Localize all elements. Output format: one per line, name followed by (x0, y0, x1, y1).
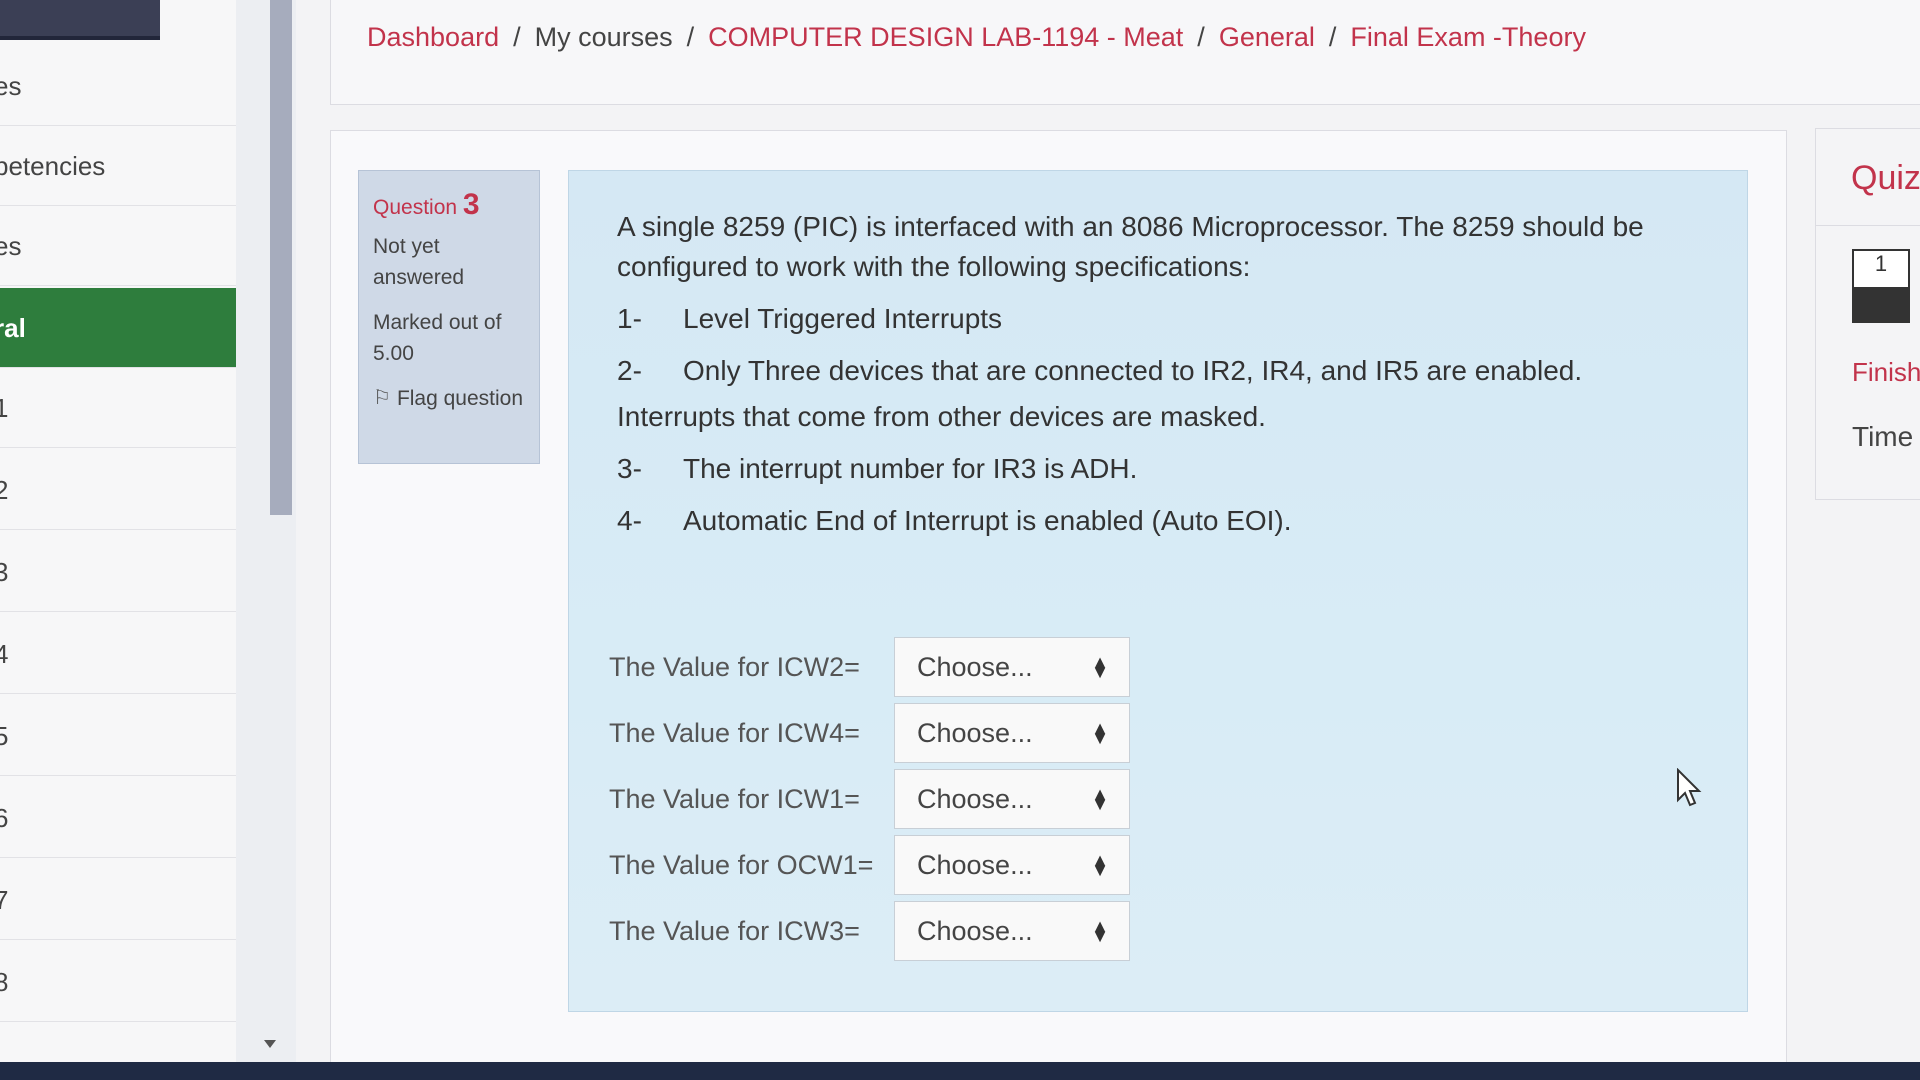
sidebar-item-topic-3[interactable]: 3 (0, 532, 236, 612)
spec-item: 1- Level Triggered Interrupts (617, 299, 1697, 339)
spec-number: 4- (617, 505, 642, 536)
sidebar-item-label: 7 (0, 860, 8, 939)
answer-row-icw4: The Value for ICW4= Choose... ▲ ▼ (609, 701, 1130, 765)
icw4-select[interactable]: Choose... ▲ ▼ (894, 703, 1130, 763)
left-sidebar: es petencies es ral 1 2 3 4 5 6 7 8 (0, 0, 237, 1080)
sidebar-header-block (0, 0, 160, 40)
answer-row-icw3: The Value for ICW3= Choose... ▲ ▼ (609, 899, 1130, 963)
flag-question-label: Flag question (396, 387, 524, 410)
question-content: A single 8259 (PIC) is interfaced with a… (568, 170, 1748, 1012)
sidebar-item-label: es (0, 231, 22, 261)
select-arrows-icon: ▲ ▼ (1091, 718, 1109, 748)
spec-text-continuation: Interrupts that come from other devices … (617, 401, 1266, 432)
sidebar-item-topic-7[interactable]: 7 (0, 860, 236, 940)
select-value: Choose... (917, 651, 1033, 682)
sidebar-item-label: 4 (0, 614, 8, 693)
icw3-select[interactable]: Choose... ▲ ▼ (894, 901, 1130, 961)
ocw1-select[interactable]: Choose... ▲ ▼ (894, 835, 1130, 895)
breadcrumb-general[interactable]: General (1219, 22, 1315, 52)
breadcrumb-separator: / (1328, 22, 1337, 52)
sidebar-item-topic-2[interactable]: 2 (0, 450, 236, 530)
taskbar-edge (0, 1062, 1920, 1080)
breadcrumb-my-courses: My courses (534, 22, 673, 52)
sidebar-item-topic-6[interactable]: 6 (0, 778, 236, 858)
spec-text: Only Three devices that are connected to… (683, 355, 1583, 386)
breadcrumb-separator: / (1197, 22, 1205, 52)
sidebar-item-competencies[interactable]: petencies (0, 126, 236, 206)
icw1-select[interactable]: Choose... ▲ ▼ (894, 769, 1130, 829)
question-status: Not yet answered (373, 235, 465, 289)
spec-text: The interrupt number for IR3 is ADH. (683, 453, 1138, 484)
spec-item: 2- Only Three devices that are connected… (617, 351, 1697, 391)
breadcrumb-course[interactable]: COMPUTER DESIGN LAB-1194 - Meat (708, 22, 1183, 52)
select-value: Choose... (917, 915, 1033, 946)
sidebar-item-label: es (0, 71, 22, 101)
spec-number: 1- (617, 303, 642, 334)
sidebar-item-label: ral (0, 313, 26, 343)
icw2-select[interactable]: Choose... ▲ ▼ (894, 637, 1130, 697)
answer-label: The Value for ICW2= (609, 651, 860, 682)
spec-item: 4- Automatic End of Interrupt is enabled… (617, 501, 1697, 541)
question-nav-fill (1854, 287, 1908, 321)
select-value: Choose... (917, 717, 1033, 748)
sidebar-item-topic-1[interactable]: 1 (0, 368, 236, 448)
sidebar-item-topic-5[interactable]: 5 (0, 696, 236, 776)
breadcrumb-final-exam[interactable]: Final Exam -Theory (1350, 22, 1586, 52)
flag-question-link[interactable]: ⚐ Flag question (373, 383, 525, 414)
spec-number: 2- (617, 355, 642, 386)
select-value: Choose... (917, 783, 1033, 814)
sidebar-item-general[interactable]: ral (0, 288, 236, 368)
question-info-box: Question 3 Not yet answered Marked out o… (358, 170, 540, 464)
quiz-navigation-title: Quiz (1851, 159, 1920, 197)
spec-text: Level Triggered Interrupts (683, 303, 1003, 334)
answer-label: The Value for OCW1= (609, 849, 874, 880)
sidebar-item-label: 8 (0, 942, 8, 1021)
sidebar-item-topic-8[interactable]: 8 (0, 942, 236, 1022)
sidebar-item-label: 6 (0, 778, 8, 857)
question-nav-number: 1 (1874, 251, 1888, 276)
breadcrumb: Dashboard / My courses / COMPUTER DESIGN LAB… (367, 22, 1586, 53)
sidebar-item-label: 5 (0, 696, 8, 775)
question-intro: A single 8259 (PIC) is interfaced with a… (617, 211, 1644, 282)
answer-row-icw1: The Value for ICW1= Choose... ▲ ▼ (609, 767, 1130, 831)
sidebar-item-label: 1 (0, 368, 8, 447)
sidebar-item-0[interactable]: es (0, 46, 236, 126)
mouse-cursor-icon (1677, 768, 1702, 807)
question-label: Question (373, 196, 458, 219)
select-arrows-icon: ▲ ▼ (1091, 652, 1109, 682)
sidebar-item-label: 2 (0, 450, 8, 529)
answer-label: The Value for ICW3= (609, 915, 860, 946)
sidebar-scrollbar-thumb[interactable] (270, 0, 292, 515)
flag-icon: ⚐ (373, 387, 391, 409)
question-text: A single 8259 (PIC) is interfaced with a… (617, 207, 1697, 553)
sidebar-item-label: 3 (0, 532, 8, 611)
spec-item: 3- The interrupt number for IR3 is ADH. (617, 449, 1697, 489)
answer-row-icw2: The Value for ICW2= Choose... ▲ ▼ (609, 635, 1130, 699)
sidebar-item-topic-4[interactable]: 4 (0, 614, 236, 694)
breadcrumb-dashboard[interactable]: Dashboard (367, 22, 499, 52)
question-mark: Marked out of 5.00 (373, 311, 502, 365)
question-nav-button-1[interactable]: 1 (1852, 249, 1910, 323)
quiz-navigation-block: Quiz 1 Finish Time (1815, 128, 1920, 500)
breadcrumb-separator: / (686, 22, 695, 52)
question-number-value: 3 (462, 188, 480, 221)
scroll-down-arrow-icon[interactable] (264, 1040, 276, 1048)
sidebar-item-label: petencies (0, 151, 106, 181)
answer-label: The Value for ICW4= (609, 717, 860, 748)
sidebar-item-grades[interactable]: es (0, 206, 236, 286)
time-left-label: Time (1852, 421, 1914, 452)
select-value: Choose... (917, 849, 1033, 880)
spec-number: 3- (617, 453, 642, 484)
divider (1816, 225, 1920, 226)
select-arrows-icon: ▲ ▼ (1091, 850, 1109, 880)
select-arrows-icon: ▲ ▼ (1091, 916, 1109, 946)
answer-row-ocw1: The Value for OCW1= Choose... ▲ ▼ (609, 833, 1130, 897)
spec-text: Automatic End of Interrupt is enabled (A… (683, 505, 1292, 536)
page-header: Dashboard / My courses / COMPUTER DESIGN LAB… (330, 0, 1920, 105)
question-number: Question 3 (373, 189, 525, 223)
select-arrows-icon: ▲ ▼ (1091, 784, 1109, 814)
breadcrumb-separator: / (513, 22, 521, 52)
finish-attempt-link[interactable]: Finish (1852, 357, 1920, 388)
answer-label: The Value for ICW1= (609, 783, 860, 814)
